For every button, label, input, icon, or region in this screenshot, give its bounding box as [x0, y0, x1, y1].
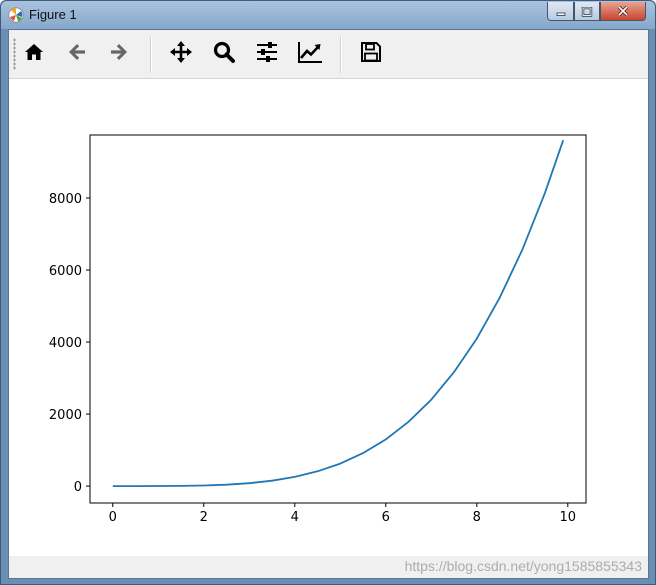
move-arrows-icon [169, 40, 193, 68]
arrow-left-icon [66, 41, 88, 67]
back-button[interactable] [63, 40, 91, 68]
zoom-button[interactable] [210, 40, 238, 68]
maximize-icon [581, 2, 593, 21]
x-tick-label: 10 [560, 510, 577, 525]
arrow-right-icon [108, 41, 130, 67]
figure-canvas-area: 0 2 4 6 8 10 0 2000 4000 6000 8000 https://blog.cs… [8, 29, 649, 579]
sliders-icon [255, 40, 279, 68]
line-chart-icon [297, 40, 323, 68]
x-tick-label: 2 [200, 510, 208, 525]
minimize-button[interactable] [547, 2, 574, 21]
y-tick-label: 6000 [49, 264, 82, 279]
maximize-button[interactable] [574, 2, 600, 21]
axes-frame [89, 134, 587, 504]
subplots-button[interactable] [253, 40, 281, 68]
home-button[interactable] [20, 40, 48, 68]
y-tick-label: 0 [74, 480, 82, 495]
floppy-disk-icon [360, 41, 382, 67]
status-bar: https://blog.csdn.net/yong1585855343 [9, 556, 648, 578]
close-button[interactable] [600, 2, 646, 21]
x-tick-label: 6 [382, 510, 390, 525]
minimize-icon [555, 2, 567, 21]
line-plot[interactable]: 0 2 4 6 8 10 0 2000 4000 6000 8000 [9, 79, 648, 557]
forward-button[interactable] [105, 40, 133, 68]
customize-button[interactable] [296, 40, 324, 68]
toolbar-grip[interactable] [13, 38, 16, 70]
magnifier-icon [212, 40, 236, 68]
y-tick-label: 2000 [49, 408, 82, 423]
toolbar-separator [340, 37, 342, 73]
title-bar[interactable]: Figure 1 [1, 1, 655, 29]
y-tick-label: 8000 [49, 192, 82, 207]
toolbar-separator [150, 37, 152, 73]
matplotlib-icon [8, 7, 24, 23]
window-title: Figure 1 [29, 7, 77, 22]
save-button[interactable] [357, 40, 385, 68]
x-tick-label: 0 [109, 510, 117, 525]
home-icon [23, 41, 45, 67]
navigation-toolbar [9, 30, 648, 79]
pan-button[interactable] [167, 40, 195, 68]
close-icon [616, 2, 630, 21]
y-tick-label: 4000 [49, 336, 82, 351]
x-tick-label: 4 [291, 510, 299, 525]
x-tick-label: 8 [473, 510, 481, 525]
figure-window: Figure 1 0 2 4 6 8 10 0 2000 4000 6000 8… [0, 0, 656, 585]
watermark-text: https://blog.csdn.net/yong1585855343 [404, 558, 642, 574]
